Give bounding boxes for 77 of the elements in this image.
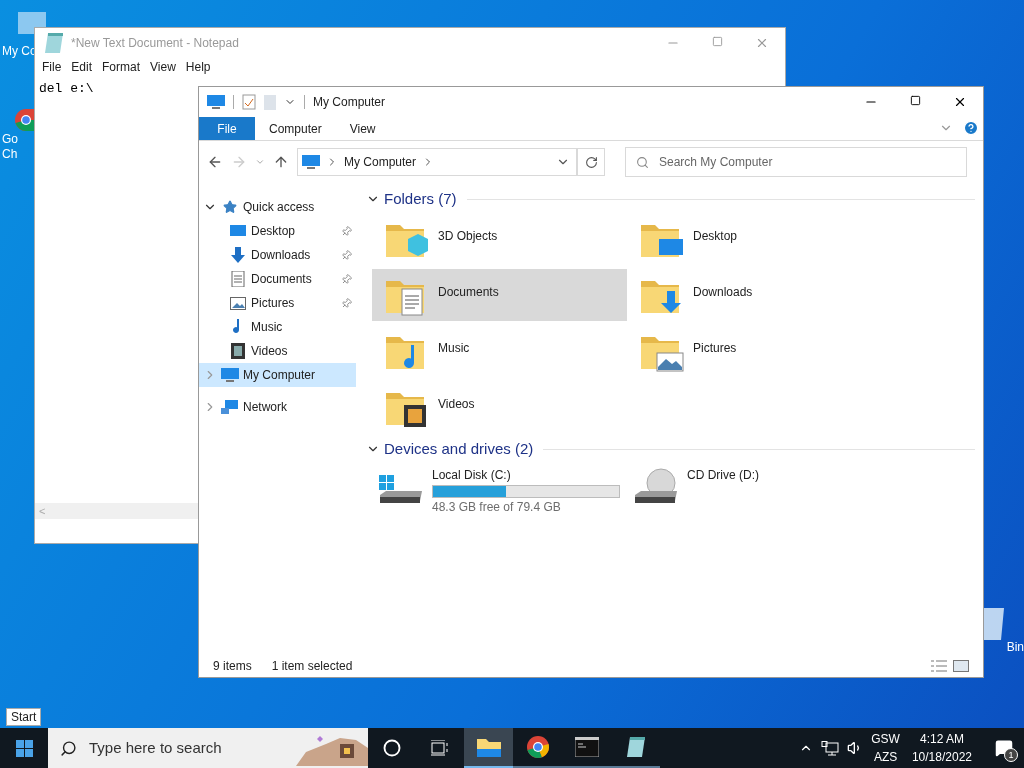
icon-label: Bin: [1006, 640, 1024, 655]
up-icon[interactable]: [273, 154, 289, 170]
start-tooltip: Start: [6, 708, 42, 726]
folder-item[interactable]: 3D Objects: [372, 213, 627, 265]
monitor-icon: [230, 224, 246, 238]
window-title: My Computer: [313, 94, 386, 111]
picture-icon: [230, 296, 246, 310]
nav-item[interactable]: Network: [199, 395, 356, 419]
icon-label: Ch: [1, 147, 18, 162]
taskbar-app[interactable]: [464, 728, 513, 768]
nav-item[interactable]: Quick access: [199, 195, 356, 219]
folder-item[interactable]: Pictures: [627, 325, 882, 377]
notification-badge: 1: [1004, 748, 1018, 762]
ribbon-tab[interactable]: Computer: [255, 117, 336, 140]
search-icon: [636, 155, 649, 169]
ribbon-tab[interactable]: View: [335, 117, 390, 140]
monitor-icon: [302, 154, 320, 170]
maximize-icon[interactable]: [910, 95, 921, 106]
refresh-button[interactable]: [577, 148, 605, 176]
window-title: *New Text Document - Notepad: [71, 34, 239, 52]
menu-item[interactable]: Edit: [66, 58, 98, 76]
terminal-icon: [574, 737, 599, 757]
ribbon-tab[interactable]: File: [199, 117, 255, 140]
group-header[interactable]: Devices and drives (2): [384, 437, 534, 461]
folder-icon: [476, 737, 501, 757]
close-icon[interactable]: [953, 95, 967, 109]
monitor-icon: [207, 94, 225, 110]
folder-item[interactable]: Documents: [372, 269, 627, 321]
nav-item[interactable]: Downloads: [199, 243, 356, 267]
search-input[interactable]: Type here to search: [89, 736, 279, 760]
language-indicator[interactable]: GSW AZS: [871, 730, 900, 766]
status-text: 9 items: [213, 658, 252, 675]
properties-icon[interactable]: [242, 94, 256, 110]
folder-item[interactable]: Videos: [372, 381, 627, 433]
breadcrumb: My Computer: [344, 154, 417, 171]
menu-item[interactable]: Format: [97, 58, 146, 76]
large-icons-view-icon[interactable]: [953, 660, 969, 672]
task-view-icon[interactable]: [431, 740, 449, 756]
document-icon: [231, 271, 245, 287]
folder-item[interactable]: Music: [372, 325, 627, 377]
nav-item[interactable]: Desktop: [199, 219, 356, 243]
film-icon: [231, 343, 245, 359]
group-header[interactable]: Folders (7): [384, 187, 457, 211]
network-icon[interactable]: [821, 740, 840, 756]
star-icon: [223, 200, 237, 214]
folder-item[interactable]: Desktop: [627, 213, 882, 265]
cortana-icon[interactable]: [383, 739, 401, 757]
menu-item[interactable]: Help: [180, 58, 216, 76]
help-icon[interactable]: [963, 120, 979, 136]
nav-item[interactable]: Music: [199, 315, 356, 339]
menu-item[interactable]: View: [145, 58, 181, 76]
search-icon: [60, 739, 77, 757]
nav-item[interactable]: My Computer: [199, 363, 356, 387]
clock[interactable]: 4:12 AM 10/18/2022: [907, 730, 976, 766]
address-bar[interactable]: My Computer: [297, 148, 577, 176]
status-text: 1 item selected: [271, 658, 353, 675]
nav-item[interactable]: Pictures: [199, 291, 356, 315]
icon-label: Go: [1, 132, 18, 147]
refresh-icon: [584, 155, 598, 169]
drive-item[interactable]: CD Drive (D:): [627, 463, 882, 515]
notepad-icon: [624, 735, 647, 759]
search-field[interactable]: Search My Computer: [625, 147, 967, 177]
taskbar-search-box[interactable]: Type here to search: [48, 728, 368, 768]
monitor-icon: [221, 367, 239, 383]
chrome-icon: [525, 735, 550, 759]
menu-item[interactable]: File: [37, 58, 67, 76]
download-arrow-icon: [231, 247, 245, 263]
folder-item[interactable]: Downloads: [627, 269, 882, 321]
drive-item[interactable]: Local Disk (C:) 48.3 GB free of 79.4 GB: [372, 463, 627, 515]
windows-logo-icon: [15, 739, 33, 757]
search-input[interactable]: Search My Computer: [659, 153, 966, 171]
network-icon: [221, 399, 239, 415]
nav-item[interactable]: Videos: [199, 339, 356, 363]
back-icon[interactable]: [207, 154, 223, 170]
free-space-text: 48.3 GB free of 79.4 GB: [432, 499, 562, 516]
nav-item[interactable]: Documents: [199, 267, 356, 291]
notepad-icon: [43, 30, 65, 55]
